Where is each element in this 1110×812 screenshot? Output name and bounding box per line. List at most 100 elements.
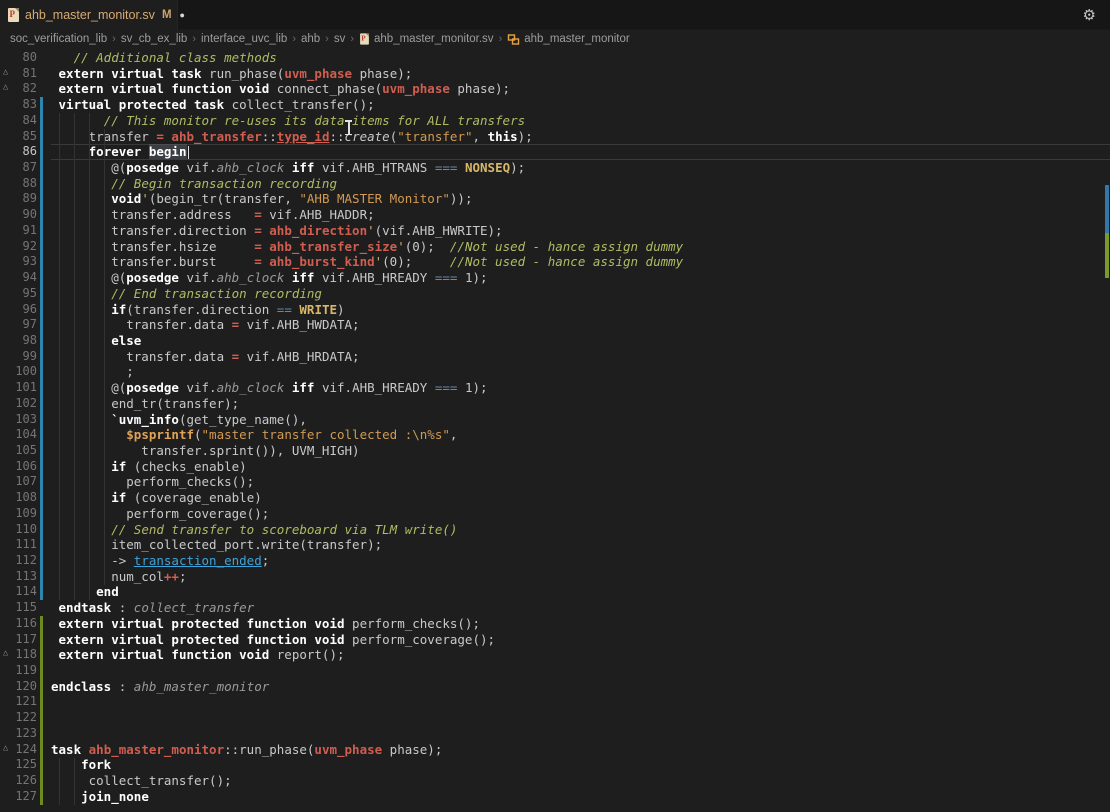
breadcrumb-item-ahb_master_monitor-sv[interactable]: ahb_master_monitor.sv: [359, 32, 494, 46]
gutter-line-94[interactable]: 94: [0, 270, 51, 286]
breadcrumb-item-sv[interactable]: sv: [334, 33, 346, 45]
line-number[interactable]: 106: [15, 459, 37, 475]
gutter-line-117[interactable]: 117: [0, 632, 51, 648]
line-number[interactable]: 119: [15, 663, 37, 679]
line-number[interactable]: 117: [15, 632, 37, 648]
code-area[interactable]: // Additional class methods extern virtu…: [51, 48, 1110, 812]
line-number[interactable]: 88: [23, 176, 37, 192]
code-line[interactable]: transfer.data = vif.AHB_HWDATA;: [51, 317, 1110, 333]
line-number[interactable]: 127: [15, 789, 37, 805]
git-modified-bar[interactable]: [40, 160, 43, 176]
code-line[interactable]: transfer.hsize = ahb_transfer_size'(0); …: [51, 239, 1110, 255]
git-modified-bar[interactable]: [40, 270, 43, 286]
code-line[interactable]: [51, 663, 1110, 679]
git-modified-bar[interactable]: [40, 584, 43, 600]
code-line[interactable]: // Additional class methods: [51, 50, 1110, 66]
code-line[interactable]: transfer = ahb_transfer::type_id::create…: [51, 129, 1110, 145]
gutter-line-108[interactable]: 108: [0, 490, 51, 506]
git-added-bar[interactable]: [40, 757, 43, 773]
git-modified-bar[interactable]: [40, 443, 43, 459]
code-line[interactable]: num_col++;: [51, 569, 1110, 585]
git-modified-bar[interactable]: [40, 506, 43, 522]
git-modified-bar[interactable]: [40, 97, 43, 113]
line-number[interactable]: 89: [23, 191, 37, 207]
gutter-line-124[interactable]: △124: [0, 742, 51, 758]
gutter-line-88[interactable]: 88: [0, 176, 51, 192]
gutter-line-91[interactable]: 91: [0, 223, 51, 239]
git-modified-bar[interactable]: [40, 254, 43, 270]
line-number[interactable]: 80: [23, 50, 37, 66]
breadcrumb-item-ahb_master_monitor[interactable]: ahb_master_monitor: [507, 33, 629, 46]
gutter-line-106[interactable]: 106: [0, 459, 51, 475]
code-line[interactable]: [51, 726, 1110, 742]
gutter-line-119[interactable]: 119: [0, 663, 51, 679]
line-number[interactable]: 93: [23, 254, 37, 270]
gutter-line-93[interactable]: 93: [0, 254, 51, 270]
git-modified-bar[interactable]: [40, 380, 43, 396]
breadcrumb-item-sv_cb_ex_lib[interactable]: sv_cb_ex_lib: [121, 33, 187, 45]
line-number[interactable]: 92: [23, 239, 37, 255]
line-number[interactable]: 84: [23, 113, 37, 129]
code-line[interactable]: collect_transfer();: [51, 773, 1110, 789]
code-line[interactable]: void'(begin_tr(transfer, "AHB MASTER Mon…: [51, 191, 1110, 207]
line-number[interactable]: 83: [23, 97, 37, 113]
gutter-line-115[interactable]: 115: [0, 600, 51, 616]
line-number[interactable]: 125: [15, 757, 37, 773]
git-modified-bar[interactable]: [40, 349, 43, 365]
gutter-line-99[interactable]: 99: [0, 349, 51, 365]
gutter-line-80[interactable]: 80: [0, 50, 51, 66]
line-number[interactable]: 81: [23, 66, 37, 82]
git-modified-bar[interactable]: [40, 553, 43, 569]
gutter-line-101[interactable]: 101: [0, 380, 51, 396]
code-line[interactable]: fork: [51, 757, 1110, 773]
line-number[interactable]: 105: [15, 443, 37, 459]
code-line[interactable]: -> transaction_ended;: [51, 553, 1110, 569]
git-modified-bar[interactable]: [40, 207, 43, 223]
code-line[interactable]: extern virtual function void report();: [51, 647, 1110, 663]
git-modified-bar[interactable]: [40, 317, 43, 333]
git-modified-bar[interactable]: [40, 569, 43, 585]
git-modified-bar[interactable]: [40, 191, 43, 207]
gutter-line-83[interactable]: 83: [0, 97, 51, 113]
line-number[interactable]: 87: [23, 160, 37, 176]
code-line[interactable]: join_none: [51, 789, 1110, 805]
gutter-line-116[interactable]: 116: [0, 616, 51, 632]
line-number[interactable]: 82: [23, 81, 37, 97]
gutter-line-82[interactable]: △82: [0, 81, 51, 97]
overview-ruler-modified[interactable]: [1105, 185, 1109, 233]
code-line[interactable]: `uvm_info(get_type_name(),: [51, 412, 1110, 428]
gutter-line-104[interactable]: 104: [0, 427, 51, 443]
line-number[interactable]: 94: [23, 270, 37, 286]
git-modified-bar[interactable]: [40, 396, 43, 412]
line-number[interactable]: 96: [23, 302, 37, 318]
code-line[interactable]: // End transaction recording: [51, 286, 1110, 302]
line-number[interactable]: 112: [15, 553, 37, 569]
tab-ahb-master-monitor[interactable]: ahb_master_monitor.sv M ●: [0, 0, 178, 30]
gutter-line-92[interactable]: 92: [0, 239, 51, 255]
git-modified-bar[interactable]: [40, 364, 43, 380]
code-line[interactable]: [51, 694, 1110, 710]
code-line[interactable]: item_collected_port.write(transfer);: [51, 537, 1110, 553]
git-modified-bar[interactable]: [40, 113, 43, 129]
code-line[interactable]: extern virtual task run_phase(uvm_phase …: [51, 66, 1110, 82]
git-modified-bar[interactable]: [40, 302, 43, 318]
line-number[interactable]: 114: [15, 584, 37, 600]
code-line[interactable]: transfer.sprint()), UVM_HIGH): [51, 443, 1110, 459]
code-line[interactable]: task ahb_master_monitor::run_phase(uvm_p…: [51, 742, 1110, 758]
line-number[interactable]: 91: [23, 223, 37, 239]
code-line[interactable]: @(posedge vif.ahb_clock iff vif.AHB_HREA…: [51, 380, 1110, 396]
line-number[interactable]: 95: [23, 286, 37, 302]
line-number[interactable]: 97: [23, 317, 37, 333]
gutter-line-111[interactable]: 111: [0, 537, 51, 553]
git-added-bar[interactable]: [40, 632, 43, 648]
git-added-bar[interactable]: [40, 773, 43, 789]
git-modified-bar[interactable]: [40, 286, 43, 302]
line-number[interactable]: 124: [15, 742, 37, 758]
git-modified-bar[interactable]: [40, 537, 43, 553]
code-line[interactable]: end_tr(transfer);: [51, 396, 1110, 412]
line-number[interactable]: 116: [15, 616, 37, 632]
gutter-line-86[interactable]: 86: [0, 144, 51, 160]
code-line[interactable]: // Begin transaction recording: [51, 176, 1110, 192]
line-number[interactable]: 111: [15, 537, 37, 553]
code-line[interactable]: else: [51, 333, 1110, 349]
